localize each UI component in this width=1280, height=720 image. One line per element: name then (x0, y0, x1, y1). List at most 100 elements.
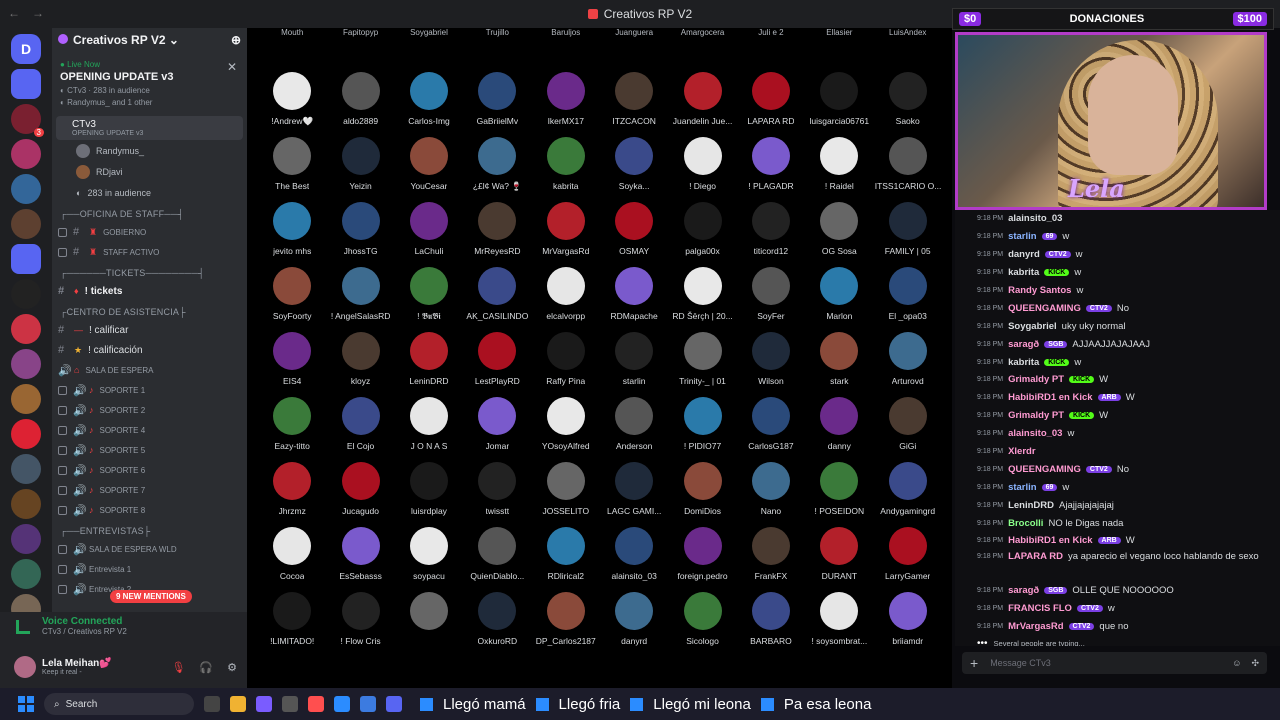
participant-tile[interactable]: IkerMX17 (532, 72, 600, 137)
chat-message[interactable]: 9:18 PM danyrd CTV2 w (955, 246, 1280, 264)
participant-tile[interactable]: Jucagudo (326, 462, 394, 527)
category-header[interactable]: ┌──ENTREVISTAS├ (52, 520, 247, 539)
participant-tile[interactable]: DP_Carlos2187 (532, 592, 600, 657)
add-member-icon[interactable]: ⊕ (231, 33, 241, 47)
participant-tile[interactable]: Nano (737, 462, 805, 527)
server-icon[interactable] (11, 279, 41, 309)
server-icon[interactable] (11, 489, 41, 519)
chat-username[interactable]: kabrita (1008, 267, 1039, 278)
participant-tile[interactable]: LAGC GAMI... (600, 462, 668, 527)
participant-tile[interactable]: ! Diego (668, 137, 736, 202)
chat-username[interactable]: Randy Santos (1008, 285, 1071, 296)
chat-message[interactable]: 9:18 PM Grimaldy PT KICK W (955, 407, 1280, 425)
participant-tile[interactable]: ! Raidel (805, 137, 873, 202)
participant-name-partial[interactable]: LuisAndex (874, 28, 942, 37)
chat-username[interactable]: starlin (1008, 482, 1037, 493)
participant-tile[interactable]: titicord12 (737, 202, 805, 267)
channel-soporte-1[interactable]: 🔊 ♪ SOPORTE 1 (52, 380, 247, 400)
participant-tile[interactable]: EIS4 (258, 332, 326, 397)
live-event-card[interactable]: ● Live Now OPENING UPDATE v3 ◐ CTv3 · 28… (56, 56, 243, 112)
participant-tile[interactable]: Sicologo (668, 592, 736, 657)
participant-tile[interactable]: briiamdr (874, 592, 942, 657)
participant-tile[interactable]: twisstt (463, 462, 531, 527)
chat-username[interactable]: HabibiRD1 en Kick (1008, 392, 1092, 403)
apps-icon[interactable]: ✣ (1251, 658, 1259, 669)
message-composer[interactable]: + Message CTv3 ☺ ✣ (962, 652, 1267, 674)
server-icon[interactable] (11, 314, 41, 344)
discord-home-icon[interactable]: D (11, 34, 41, 64)
channel-calificacion[interactable]: # ★! calificación (52, 340, 247, 360)
participant-tile[interactable]: luisrdplay (395, 462, 463, 527)
participant-name-partial[interactable]: Amargocera (668, 28, 736, 37)
app-icon[interactable] (256, 696, 272, 712)
participant-tile[interactable]: Marlon (805, 267, 873, 332)
channel-soporte-8[interactable]: 🔊 ♪ SOPORTE 8 (52, 500, 247, 520)
participant-tile[interactable]: OG Sosa (805, 202, 873, 267)
participant-tile[interactable]: Carlos-Img (395, 72, 463, 137)
taskview-icon[interactable] (204, 696, 220, 712)
chat-message[interactable]: 9:18 PM LAPARA RD ya aparecio el vegano lo… (955, 550, 1280, 582)
chat-username[interactable]: kabrita (1008, 357, 1039, 368)
chat-message[interactable]: 9:18 PM Brocolli NO le Digas nada (955, 514, 1280, 532)
participant-tile[interactable]: stark (805, 332, 873, 397)
participant-tile[interactable]: Jomar (463, 397, 531, 462)
participant-tile[interactable]: MrVargasRd (532, 202, 600, 267)
participant-tile[interactable]: YouCesar (395, 137, 463, 202)
chat-username[interactable]: MrVargasRd (1008, 621, 1063, 632)
participant-tile[interactable]: Saoko (874, 72, 942, 137)
participant-tile[interactable]: Andygamingrd (874, 462, 942, 527)
channel-soporte-6[interactable]: 🔊 ♪ SOPORTE 6 (52, 460, 247, 480)
participant-tile[interactable]: Raffy Pina (532, 332, 600, 397)
voice-location[interactable]: CTv3 / Creativos RP V2 (42, 627, 233, 636)
participant-tile[interactable]: AK_CASILINDO (463, 267, 531, 332)
participant-tile[interactable]: DomiDios (668, 462, 736, 527)
participant-tile[interactable]: Anderson (600, 397, 668, 462)
channel-calificar[interactable]: # —! calificar (52, 320, 247, 340)
emoji-icon[interactable]: ☺ (1232, 658, 1241, 669)
windows-start-icon[interactable] (18, 696, 34, 712)
chat-username[interactable]: Soygabriel (1008, 321, 1057, 332)
participant-tile[interactable]: J O N A S (395, 397, 463, 462)
audience-count[interactable]: ◐ 283 in audience (52, 182, 247, 203)
chat-message[interactable]: 9:18 PM Xlerdr (955, 443, 1280, 461)
chat-username[interactable]: Grimaldy PT (1008, 410, 1064, 421)
participant-tile[interactable]: alainsito_03 (600, 527, 668, 592)
participant-tile[interactable]: BARBARO (737, 592, 805, 657)
channel-sala-de-espera[interactable]: 🔊 ⌂ SALA DE ESPERA (52, 360, 247, 380)
chat-username[interactable]: LAPARA RD (1008, 550, 1063, 563)
chat-message[interactable]: 9:18 PM Randy Santos w (955, 282, 1280, 300)
category-header[interactable]: ┌──OFICINA DE STAFF──┤ (52, 203, 247, 222)
participant-tile[interactable]: SoyFer (737, 267, 805, 332)
server-header[interactable]: Creativos RP V2 ⌄ ⊕ (52, 28, 247, 52)
participant-tile[interactable]: QuienDiablo... (463, 527, 531, 592)
participant-tile[interactable]: Arturovd (874, 332, 942, 397)
voice-connected-label[interactable]: Voice Connected (42, 616, 233, 627)
category-header[interactable]: ┌──────TICKETS────────┤ (52, 262, 247, 281)
chat-message[interactable]: 9:18 PM alainsito_03 w (955, 425, 1280, 443)
new-mentions-pill[interactable]: 9 NEW MENTIONS (110, 590, 192, 603)
voice-user[interactable]: Randymus_ (52, 140, 247, 161)
chat-username[interactable]: Brocolli (1008, 518, 1043, 529)
participant-tile[interactable]: GiGi (874, 397, 942, 462)
channel-gobierno[interactable]: # ♜ GOBIERNO (52, 222, 247, 242)
chat-username[interactable]: saragð (1008, 339, 1039, 350)
server-icon[interactable] (11, 349, 41, 379)
chat-message[interactable]: 9:18 PM saragð SGB OLLE QUE NOOOOOO (955, 582, 1280, 600)
channel-entrevista-1[interactable]: 🔊 Entrevista 1 (52, 559, 247, 579)
channel-staff-activo[interactable]: # ♜ STAFF ACTIVO (52, 242, 247, 262)
user-name[interactable]: Lela Meihan💕 (42, 658, 112, 669)
edge-icon[interactable] (334, 696, 350, 712)
channel-soporte-5[interactable]: 🔊 ♪ SOPORTE 5 (52, 440, 247, 460)
participant-tile[interactable]: kloyz (326, 332, 394, 397)
chat-message[interactable]: 9:18 PM HabibiRD1 en Kick ARB W (955, 532, 1280, 550)
participant-tile[interactable]: JOSSELITO (532, 462, 600, 527)
participant-tile[interactable]: Jhrzmz (258, 462, 326, 527)
participant-tile[interactable]: DURANT (805, 527, 873, 592)
participant-tile[interactable]: OSMAY (600, 202, 668, 267)
participant-tile[interactable]: ITZCACON (600, 72, 668, 137)
participant-name-partial[interactable]: Juanguera (600, 28, 668, 37)
channel-tickets[interactable]: # ♦! tickets (52, 281, 247, 301)
participant-tile[interactable]: LestPlayRD (463, 332, 531, 397)
participant-tile[interactable]: danyrd (600, 592, 668, 657)
mute-mic-icon[interactable]: 🎙 (171, 661, 185, 674)
